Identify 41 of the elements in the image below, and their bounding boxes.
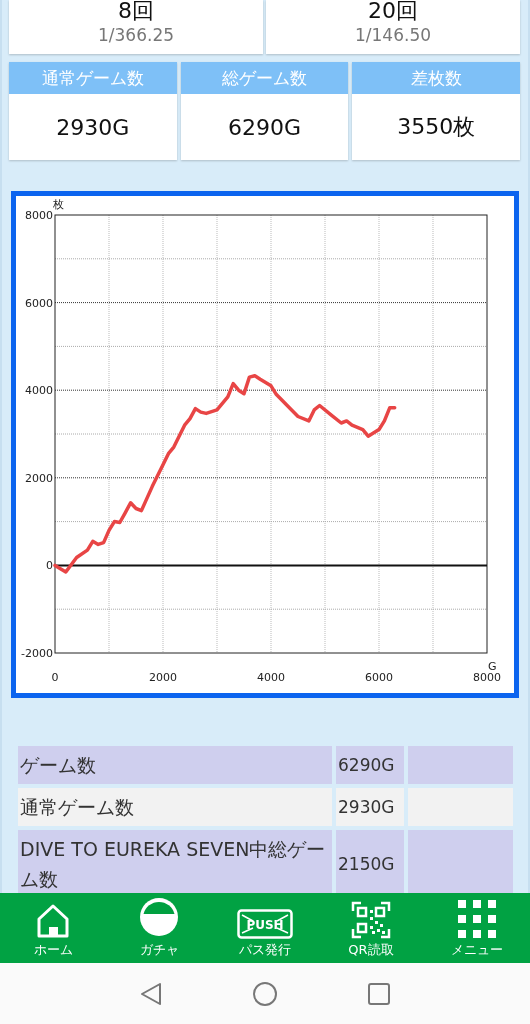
qr-code-icon bbox=[351, 901, 391, 939]
x-tick-label: 2000 bbox=[149, 671, 177, 684]
x-tick-label: 0 bbox=[51, 671, 59, 684]
stat-label: 差枚数 bbox=[352, 62, 520, 94]
y-tick-label: 0 bbox=[46, 559, 53, 573]
tab-button[interactable]: ホーム bbox=[0, 893, 106, 963]
y-tick-label: 6000 bbox=[25, 296, 53, 310]
hit-rate: 1/146.50 bbox=[355, 24, 431, 46]
y-tick-label: 4000 bbox=[25, 384, 53, 398]
x-axis-label: G bbox=[488, 660, 497, 673]
table-cell: DIVE TO EUREKA SEVEN中総ゲーム数 bbox=[18, 830, 332, 893]
stat-value: 2930G bbox=[56, 114, 130, 140]
push-badge-icon: PUSH bbox=[237, 909, 293, 939]
y-axis-label: 枚 bbox=[53, 198, 64, 211]
home-icon[interactable] bbox=[252, 980, 278, 1007]
x-tick-label: 6000 bbox=[365, 671, 393, 684]
stat-label: 総ゲーム数 bbox=[180, 62, 349, 94]
hit-count: 20回 bbox=[368, 0, 418, 24]
recents-icon[interactable] bbox=[368, 982, 390, 1005]
stat-label: 通常ゲーム数 bbox=[9, 62, 177, 94]
tab-button[interactable]: メニュー bbox=[424, 893, 530, 963]
table-cell: 6290G bbox=[336, 746, 404, 784]
home-icon bbox=[35, 903, 71, 939]
stat-value: 6290G bbox=[228, 114, 302, 140]
stat-value: 3550枚 bbox=[397, 113, 476, 141]
table-cell: 2150G bbox=[336, 830, 404, 893]
back-icon[interactable] bbox=[140, 981, 162, 1006]
table-cell: ゲーム数 bbox=[18, 746, 332, 784]
table-cell: 通常ゲーム数 bbox=[18, 788, 332, 826]
table-cell: 2930G bbox=[336, 788, 404, 826]
y-tick-label: -2000 bbox=[21, 647, 53, 660]
tab-button[interactable]: PUSH パス発行 bbox=[212, 893, 318, 963]
x-tick-label: 8000 bbox=[473, 671, 501, 684]
x-tick-label: 4000 bbox=[257, 671, 285, 684]
menu-icon bbox=[457, 899, 497, 939]
y-tick-label: 8000 bbox=[25, 209, 53, 222]
tab-button[interactable]: ガチャ bbox=[106, 893, 212, 963]
y-tick-label: 2000 bbox=[25, 471, 53, 485]
hit-rate: 1/366.25 bbox=[98, 24, 174, 46]
hit-count: 8回 bbox=[118, 0, 154, 24]
tab-button[interactable]: QR読取 bbox=[318, 893, 424, 963]
